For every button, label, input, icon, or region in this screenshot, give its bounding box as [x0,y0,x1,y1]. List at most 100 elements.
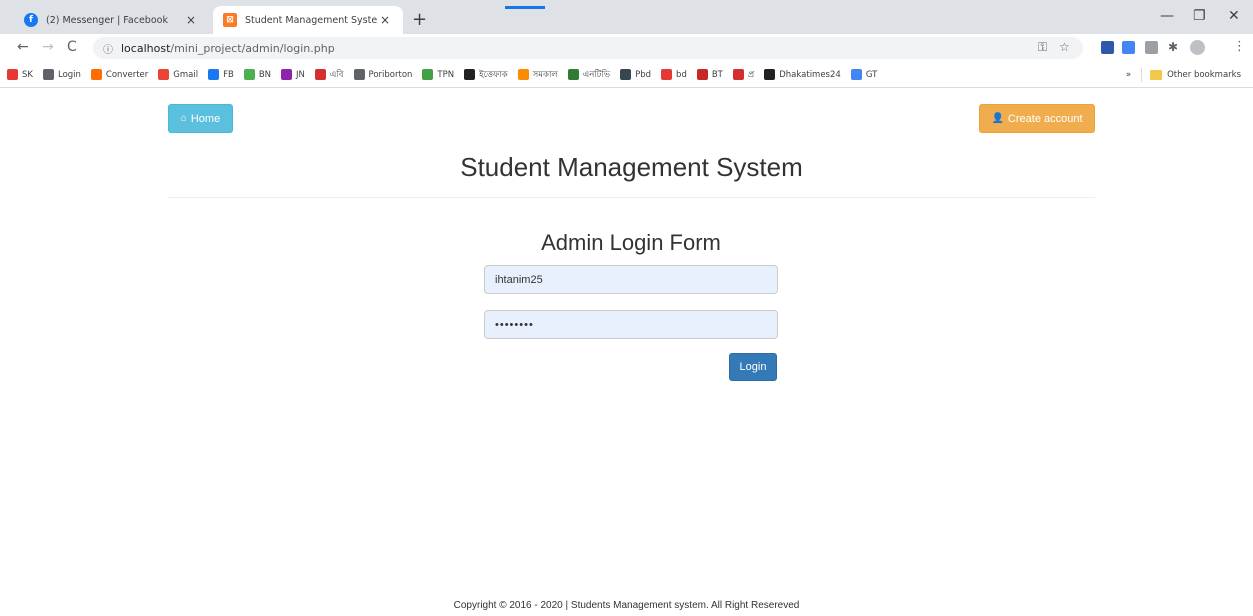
new-tab-button[interactable]: + [412,9,427,30]
tab-student-management[interactable]: ⊠ Student Management System × [213,6,403,34]
profile-avatar[interactable] [1190,40,1205,55]
download-extension-icon[interactable] [1101,41,1114,54]
separator [1141,68,1143,82]
translate-extension-icon[interactable] [1122,41,1135,54]
user-plus-icon: 👤 [991,113,1004,124]
bookmark-item[interactable]: Poriborton [353,69,413,80]
bookmark-item[interactable]: সমকাল [517,68,558,82]
reload-icon[interactable]: C [67,39,77,55]
bookmark-label: bd [676,69,687,80]
bookmark-label: সমকাল [532,69,558,80]
bookmark-label: প্র [747,69,755,80]
menu-icon[interactable]: ⋮ [1233,39,1246,54]
bookmark-favicon-icon [464,69,476,80]
facebook-icon: f [24,13,38,27]
bookmark-favicon-icon [732,69,744,80]
bookmarks-bar: SK Login Converter Gmail FB BN JN এবি Poriborton… [0,62,1253,88]
bookmark-favicon-icon [620,69,632,80]
url-path: /mini_project/admin/login.php [170,41,335,55]
home-label: Home [190,112,221,125]
password-input[interactable]: •••••••• [484,310,778,339]
bookmark-item[interactable]: bd [661,69,687,80]
tab-strip: f (2) Messenger | Facebook × ⊠ Student M… [0,0,1253,34]
bookmark-item[interactable]: SK [7,69,33,80]
bookmark-favicon-icon [42,69,54,80]
bookmark-favicon-icon [850,69,862,80]
star-icon[interactable]: ☆ [1059,40,1070,54]
bookmark-item[interactable]: প্র [732,68,755,82]
bookmark-label: GT [865,69,878,80]
bookmark-label: SK [22,69,33,80]
window-close-icon[interactable]: ✕ [1228,8,1240,24]
minimize-icon[interactable]: — [1160,8,1174,24]
bookmark-item[interactable]: Dhakatimes24 [764,69,841,80]
bookmark-favicon-icon [7,69,18,80]
info-icon[interactable]: ⓘ [103,41,113,56]
bookmark-label: Converter [105,69,149,80]
bookmark-favicon-icon [281,69,293,80]
bookmark-item[interactable]: Gmail [158,69,198,80]
bookmark-label: BN [258,69,272,80]
address-bar[interactable]: ⓘ localhost/mini_project/admin/login.php… [93,37,1083,59]
bookmark-item[interactable]: Converter [90,69,149,80]
username-input[interactable]: ihtanim25 [484,265,778,294]
footer-copyright: Copyright © 2016 - 2020 | Students Manag… [453,600,800,611]
bookmark-label: Poriborton [368,69,413,80]
bookmark-label: BT [711,69,723,80]
home-button[interactable]: ⌂ Home [168,104,233,133]
bookmark-favicon-icon [353,69,365,80]
bookmark-favicon-icon [696,69,708,80]
bookmark-item[interactable]: BT [696,69,723,80]
bookmark-label: এনটিভি [582,69,611,80]
bookmark-favicon-icon [422,69,434,80]
bookmark-label: JN [296,69,305,80]
more-bookmarks-icon[interactable]: » [1126,70,1131,80]
create-account-button[interactable]: 👤 Create account [979,104,1095,133]
login-label: Login [739,361,767,373]
url-host: localhost [121,41,171,55]
tab-title: (2) Messenger | Facebook [46,14,168,26]
xampp-icon: ⊠ [223,13,237,27]
form-title: Admin Login Form [541,230,721,255]
bookmark-favicon-icon [314,69,326,80]
close-icon[interactable]: × [183,13,199,27]
bookmark-label: FB [223,69,234,80]
bookmark-item[interactable]: BN [243,69,272,80]
back-icon[interactable]: ← [17,39,29,55]
login-button[interactable]: Login [729,353,777,381]
home-icon: ⌂ [180,113,187,124]
browser-toolbar: ← → C ⓘ localhost/mini_project/admin/log… [0,34,1253,62]
bookmark-favicon-icon [243,69,255,80]
bookmark-item[interactable]: JN [281,69,305,80]
bookmark-label: Dhakatimes24 [779,69,841,80]
key-icon[interactable]: ⚿ [1038,40,1047,55]
bookmark-item[interactable]: FB [208,69,234,80]
bookmark-label: Pbd [635,69,652,80]
divider [168,197,1095,198]
bookmark-favicon-icon [208,69,220,80]
bookmark-favicon-icon [517,69,529,80]
bookmark-favicon-icon [661,69,673,80]
bookmark-favicon-icon [158,69,170,80]
bookmark-item[interactable]: TPN [422,69,454,80]
bookmark-label: ইত্তেফাক [479,69,508,80]
bookmark-item[interactable]: GT [850,69,878,80]
bookmark-item[interactable]: ইত্তেফাক [464,68,508,82]
tab-messenger[interactable]: f (2) Messenger | Facebook × [14,6,209,34]
extension-icon[interactable] [1145,41,1158,54]
bookmark-label: এবি [329,69,344,80]
page-title: Student Management System [460,152,803,182]
other-bookmarks-label[interactable]: Other bookmarks [1167,70,1241,80]
bookmark-item[interactable]: এনটিভি [567,68,611,82]
bookmark-item[interactable]: এবি [314,68,344,82]
bookmark-favicon-icon [764,69,776,80]
bookmark-item[interactable]: Pbd [620,69,651,80]
puzzle-icon[interactable]: ✱ [1168,40,1178,54]
forward-icon[interactable]: → [42,39,54,55]
restore-icon[interactable]: ❐ [1193,8,1206,24]
bookmark-favicon-icon [567,69,579,80]
close-icon[interactable]: × [377,13,393,27]
bookmark-label: TPN [437,69,455,80]
folder-icon [1150,70,1163,80]
bookmark-item[interactable]: Login [42,69,81,80]
